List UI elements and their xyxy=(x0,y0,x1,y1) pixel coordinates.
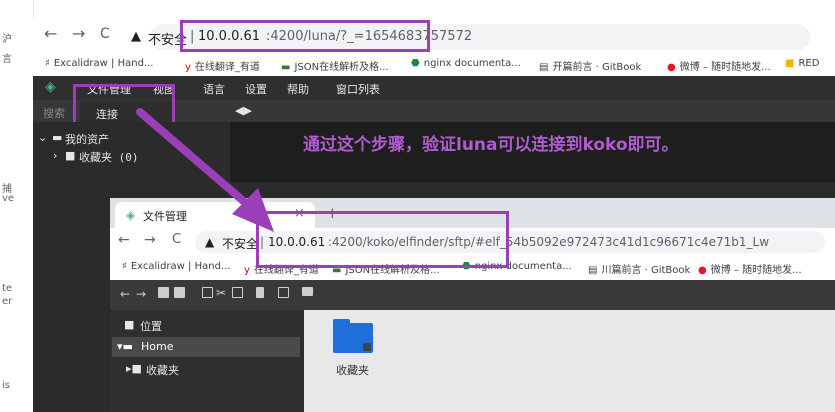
arrow-shaft xyxy=(136,108,252,209)
annotation-arrow xyxy=(136,108,274,232)
